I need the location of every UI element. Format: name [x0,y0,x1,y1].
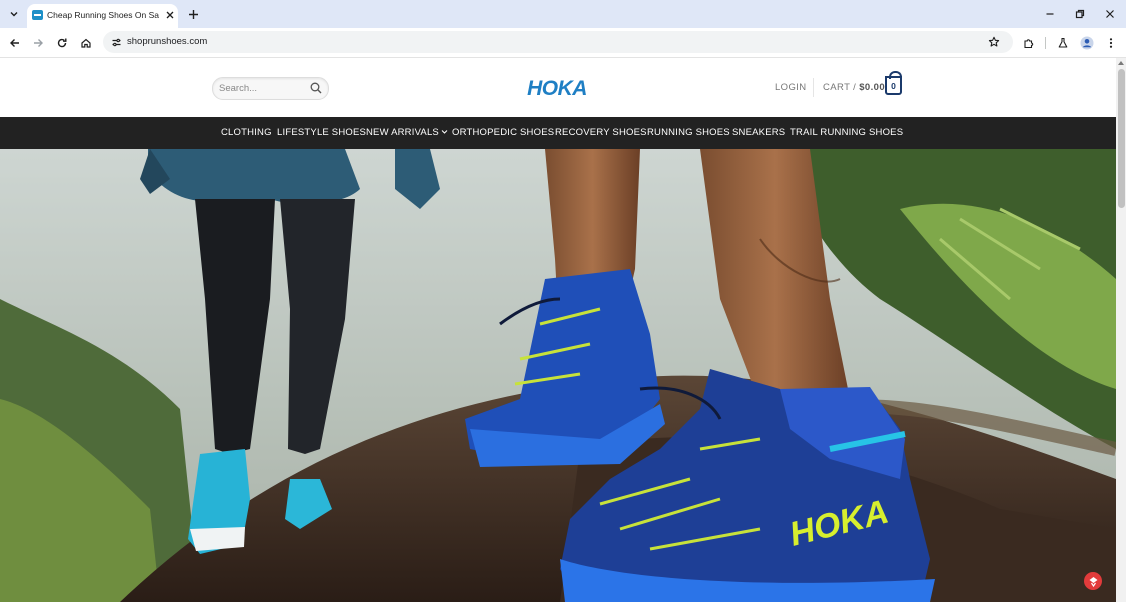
profile-button[interactable] [1078,34,1096,52]
nav-item-new-arrivals[interactable]: NEW ARRIVALS [366,127,448,139]
hero-image-trail-hikers: HOKA [0,149,1116,602]
nav-item-clothing[interactable]: CLOTHING [221,127,272,139]
nav-item-sneakers[interactable]: SNEAKERS [732,127,785,139]
site-favicon-icon [32,10,43,20]
search-input[interactable] [219,81,299,95]
chat-widget-button[interactable] [1084,572,1102,590]
nav-item-orthopedic-shoes[interactable]: ORTHOPEDIC SHOES [452,127,554,139]
search-submit-button[interactable] [309,81,323,95]
browser-tab-active[interactable]: Cheap Running Shoes On Sale [27,4,178,28]
scroll-up-arrow[interactable] [1118,61,1124,65]
close-window-button[interactable] [1102,6,1118,22]
reload-button[interactable] [53,34,71,52]
tab-search-button[interactable] [5,6,23,22]
url-text[interactable]: shoprunshoes.com [127,36,207,48]
minimize-button[interactable] [1042,6,1058,22]
browser-tab-strip: Cheap Running Shoes On Sale [0,0,1126,28]
logo-text: HOKA [527,77,587,100]
search-form [212,77,329,100]
tab-close-button[interactable] [164,9,176,21]
kebab-menu-icon [1109,38,1113,48]
toolbar-divider [1045,37,1046,49]
extensions-button[interactable] [1020,34,1038,52]
cart-button[interactable]: 0 [885,71,902,95]
header-divider [813,78,814,97]
nav-item-new-arrivals-label: NEW ARRIVALS [366,127,439,138]
login-link[interactable]: LOGIN [775,82,807,94]
cart-link[interactable]: CART / $0.00 [823,82,885,94]
avatar-icon [1080,36,1094,50]
browser-toolbar: shoprunshoes.com [0,28,1126,58]
nav-item-recovery-shoes[interactable]: RECOVERY SHOES [555,127,647,139]
restore-icon [1075,9,1085,19]
bookmark-button[interactable] [987,35,1001,49]
forward-button[interactable] [29,34,47,52]
cart-label: CART / [823,82,857,93]
flask-icon [1058,37,1068,48]
site-header: HOKA LOGIN CART / $0.00 0 [0,58,1116,117]
close-icon [166,11,174,19]
cart-amount: $0.00 [859,82,886,93]
minimize-icon [1046,13,1054,15]
site-settings-icon [112,38,120,46]
chat-icon [1089,576,1097,587]
labs-button[interactable] [1054,34,1072,52]
reload-icon [57,38,67,48]
address-bar[interactable]: shoprunshoes.com [103,31,1013,53]
site-logo[interactable]: HOKA [524,76,590,100]
star-icon [988,36,1000,47]
plus-icon [188,9,198,19]
browser-menu-button[interactable] [1102,34,1120,52]
scrollbar-thumb[interactable] [1118,69,1125,208]
home-button[interactable] [77,34,95,52]
search-icon [310,82,322,94]
nav-item-trail-running-shoes[interactable]: TRAIL RUNNING SHOES [790,127,903,139]
restore-button[interactable] [1072,6,1088,22]
page-viewport: HOKA LOGIN CART / $0.00 0 CLOTHING LIFES… [0,58,1116,602]
chevron-down-icon [441,130,448,135]
nav-item-lifestyle-shoes[interactable]: LIFESTYLE SHOES [277,127,366,139]
site-info-button[interactable] [109,35,123,49]
chevron-down-icon [10,12,18,17]
nav-item-running-shoes[interactable]: RUNNING SHOES [647,127,730,139]
new-tab-button[interactable] [185,6,201,22]
tab-title: Cheap Running Shoes On Sale [47,10,159,20]
main-navigation: CLOTHING LIFESTYLE SHOES NEW ARRIVALS OR… [0,117,1116,149]
back-arrow-icon [10,39,19,47]
back-button[interactable] [6,34,24,52]
forward-arrow-icon [34,39,43,47]
home-icon [81,38,91,48]
hero-banner[interactable]: HOKA [0,149,1116,602]
puzzle-icon [1024,39,1034,49]
close-icon [1106,10,1114,18]
cart-count-badge: 0 [891,80,896,91]
